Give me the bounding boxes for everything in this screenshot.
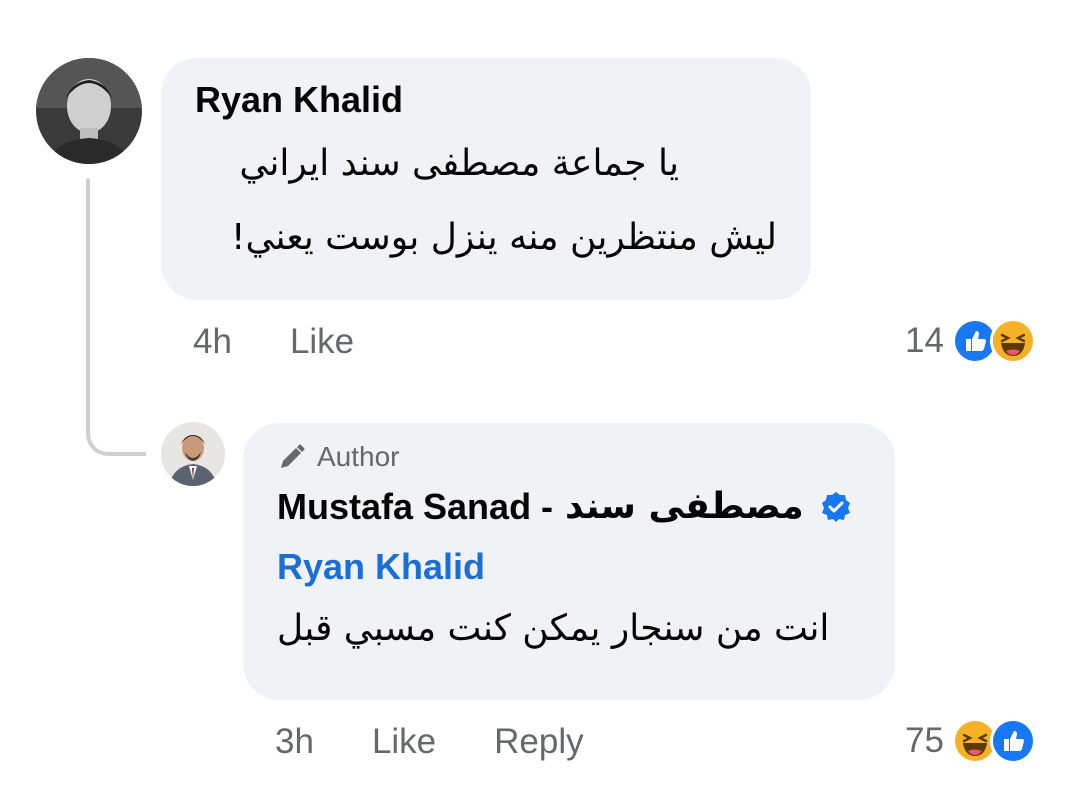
author-badge-label: Author [317,441,400,472]
reply-button[interactable]: Reply [494,720,583,764]
mention-link[interactable]: Ryan Khalid [277,543,861,591]
reaction-count: 14 [905,321,944,360]
thread-connector-curve [86,418,146,456]
comment-timestamp[interactable]: 3h [275,720,314,764]
comment-text-line: يا جماعة مصطفى سند ايراني [239,143,679,184]
reply-author[interactable]: Mustafa Sanad - مصطفى سند [277,483,861,531]
like-button[interactable]: Like [290,320,354,364]
reaction-summary[interactable]: 14 [905,318,1036,364]
reaction-count: 75 [905,721,944,760]
reply-bubble: Author Mustafa Sanad - مصطفى سند Ryan Kh… [243,423,895,700]
comment-text-line: ليش منتظرين منه ينزل بوست يعني! [231,217,777,258]
author-badge: Author [277,439,861,475]
thread-connector-line [86,178,90,436]
author-name-arabic: مصطفى سند [565,486,804,527]
avatar[interactable] [161,422,225,486]
reply-text: انت من سنجار يمكن كنت مسبي قبل [277,608,830,649]
like-icon [989,718,1036,764]
comment-timestamp[interactable]: 4h [193,320,232,364]
reply-actions: 3h Like Reply [275,720,642,764]
author-name-latin: Mustafa Sanad - [277,486,554,527]
comment-actions: 4h Like [193,320,412,364]
comment-bubble: Ryan Khalid يا جماعة مصطفى سند ايراني لي… [161,58,811,300]
reaction-summary[interactable]: 75 [905,718,1036,764]
haha-icon [989,318,1036,364]
avatar[interactable] [36,58,142,164]
pencil-icon [281,444,305,468]
verified-badge-icon [821,492,850,522]
like-button[interactable]: Like [372,720,436,764]
comment-author[interactable]: Ryan Khalid [195,78,777,122]
